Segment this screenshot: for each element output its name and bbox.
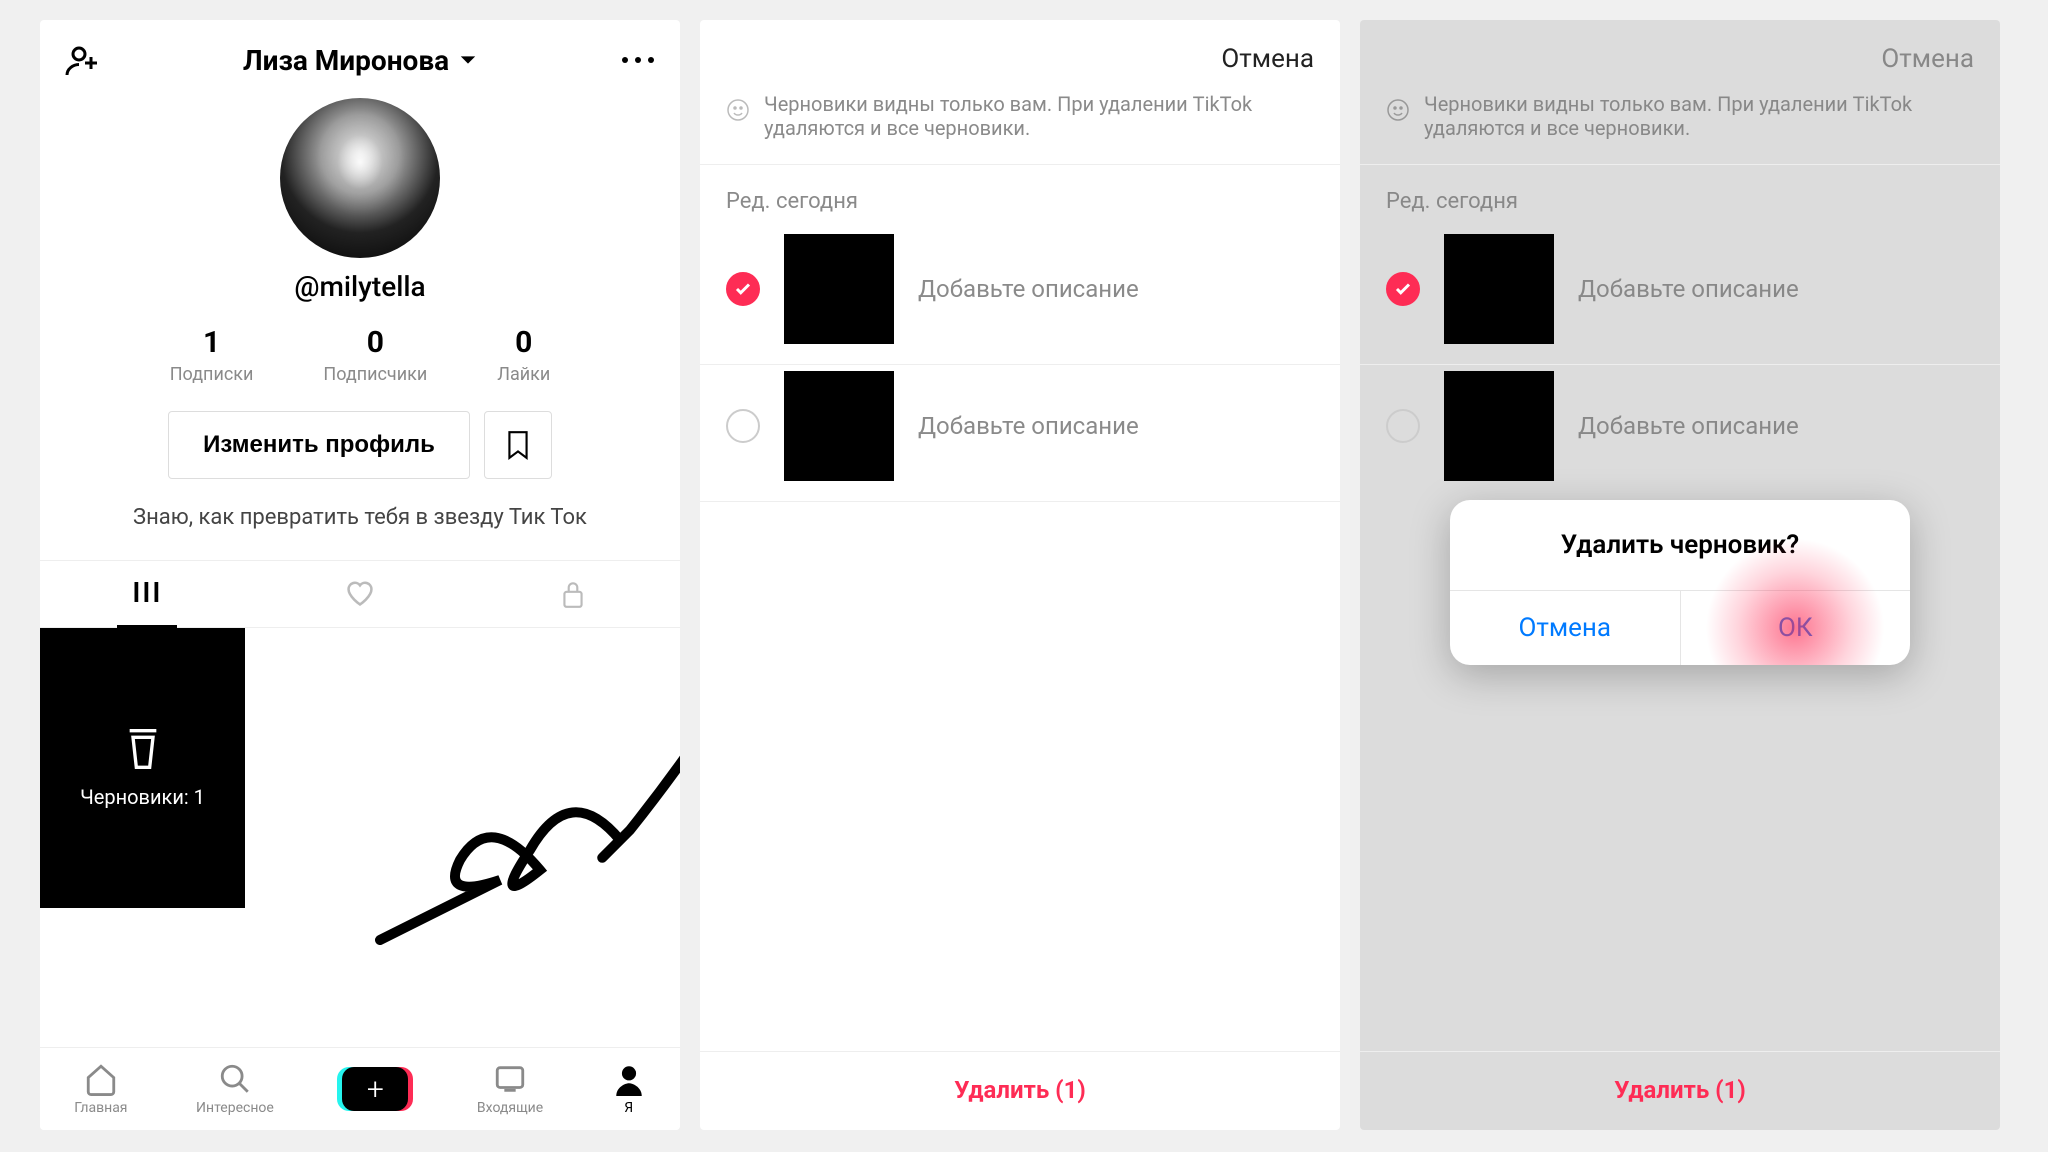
cancel-button[interactable]: Отмена: [1221, 44, 1314, 74]
draft-item-2: Добавьте описание: [1360, 365, 2000, 501]
dialog-title: Удалить черновик?: [1450, 500, 1910, 590]
draft-description: Добавьте описание: [918, 412, 1139, 440]
draft-thumbnail: [784, 234, 894, 344]
stats-row: 1 Подписки 0 Подписчики 0 Лайки: [40, 325, 680, 385]
nav-me[interactable]: Я: [612, 1062, 646, 1116]
draft-description: Добавьте описание: [1578, 275, 1799, 303]
username: @milytella: [40, 270, 680, 303]
confirm-dialog: Удалить черновик? Отмена ОК: [1450, 500, 1910, 665]
check-icon: [734, 280, 752, 298]
bio-text: Знаю, как превратить тебя в звезду Тик Т…: [40, 505, 680, 530]
bottom-nav: Главная Интересное + Входящие Я: [40, 1047, 680, 1130]
checkbox-unchecked[interactable]: [726, 409, 760, 443]
profile-screen: Лиза Миронова @milytella 1 Подписки 0 По…: [40, 20, 680, 1130]
create-button[interactable]: +: [342, 1067, 408, 1111]
stat-followers[interactable]: 0 Подписчики: [323, 325, 427, 385]
stat-following[interactable]: 1 Подписки: [170, 325, 254, 385]
draft-item-1: Добавьте описание: [1360, 228, 2000, 365]
delete-button[interactable]: Удалить (1): [1614, 1076, 1746, 1104]
search-icon: [218, 1062, 252, 1096]
drafts-screen-dialog: Отмена Черновики видны только вам. При у…: [1360, 20, 2000, 1130]
add-user-icon[interactable]: [64, 42, 100, 78]
drafts-info: Черновики видны только вам. При удалении…: [700, 84, 1340, 165]
draft-thumbnail: [784, 371, 894, 481]
section-label: Ред. сегодня: [700, 165, 1340, 228]
delete-button[interactable]: Удалить (1): [954, 1076, 1086, 1104]
section-label: Ред. сегодня: [1360, 165, 2000, 228]
drafts-tile[interactable]: Черновики: 1: [40, 628, 245, 908]
draft-item-1[interactable]: Добавьте описание: [700, 228, 1340, 365]
check-icon: [1394, 280, 1412, 298]
nav-discover[interactable]: Интересное: [196, 1062, 274, 1116]
profile-title[interactable]: Лиза Миронова: [243, 44, 477, 77]
smile-icon: [1386, 98, 1410, 127]
dialog-cancel-button[interactable]: Отмена: [1450, 591, 1681, 665]
tab-feed[interactable]: [40, 561, 253, 627]
bookmark-icon: [505, 430, 531, 460]
draft-description: Добавьте описание: [918, 275, 1139, 303]
chevron-down-icon: [459, 51, 477, 69]
draft-thumbnail: [1444, 234, 1554, 344]
avatar[interactable]: [280, 98, 440, 258]
nav-inbox[interactable]: Входящие: [477, 1062, 543, 1116]
checkbox-checked: [1386, 272, 1420, 306]
feed-icon: [132, 579, 162, 605]
more-icon[interactable]: [620, 55, 656, 65]
cancel-button[interactable]: Отмена: [1881, 44, 1974, 74]
bookmark-button[interactable]: [484, 411, 552, 479]
person-icon: [612, 1062, 646, 1096]
edit-profile-button[interactable]: Изменить профиль: [168, 411, 470, 479]
dialog-ok-button[interactable]: ОК: [1681, 591, 1911, 665]
heart-icon: [344, 579, 376, 607]
draft-item-2[interactable]: Добавьте описание: [700, 365, 1340, 502]
draft-thumbnail: [1444, 371, 1554, 481]
stat-likes[interactable]: 0 Лайки: [497, 325, 550, 385]
tab-private[interactable]: [467, 561, 680, 627]
drafts-screen: Отмена Черновики видны только вам. При у…: [700, 20, 1340, 1130]
checkbox-checked[interactable]: [726, 272, 760, 306]
content-tabs: [40, 560, 680, 628]
nav-home[interactable]: Главная: [74, 1062, 127, 1116]
smile-icon: [726, 98, 750, 127]
checkbox-unchecked: [1386, 409, 1420, 443]
drafts-icon: [123, 727, 163, 771]
tab-liked[interactable]: [253, 561, 466, 627]
home-icon: [84, 1062, 118, 1096]
inbox-icon: [493, 1062, 527, 1096]
lock-icon: [560, 579, 586, 609]
drafts-info: Черновики видны только вам. При удалении…: [1360, 84, 2000, 165]
draft-description: Добавьте описание: [1578, 412, 1799, 440]
